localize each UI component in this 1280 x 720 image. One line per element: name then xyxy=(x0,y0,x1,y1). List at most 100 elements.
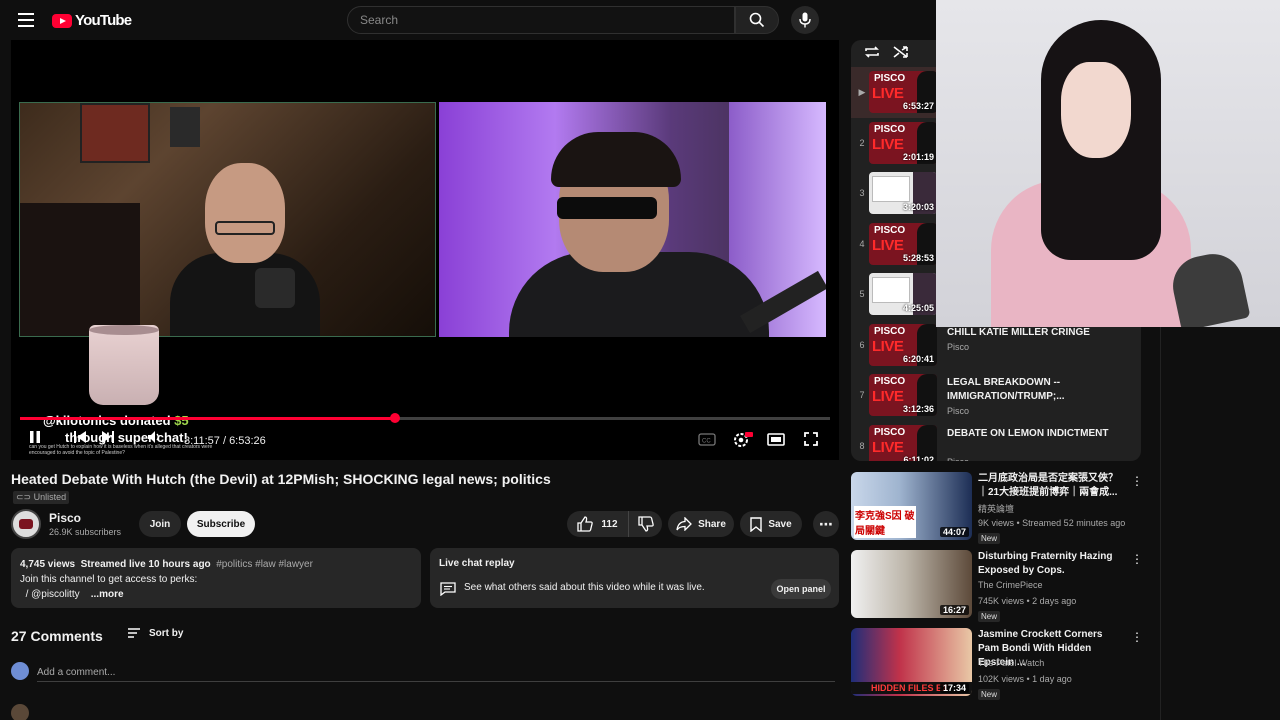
previous-button[interactable] xyxy=(73,430,87,447)
playlist-thumbnail[interactable]: PISCO LIVE 6:20:41 xyxy=(869,323,937,366)
playlist-channel[interactable]: Pisco xyxy=(947,342,969,352)
sort-comments-button[interactable]: Sort by xyxy=(127,627,183,639)
dislike-button[interactable] xyxy=(629,516,662,532)
playlist-channel[interactable]: Pisco xyxy=(947,406,969,416)
playlist-index: 3 xyxy=(859,188,865,198)
description-line: Join this channel to get access to perks… xyxy=(20,574,198,585)
more-actions-button[interactable]: ⋯ xyxy=(813,511,839,537)
thumbnail-live: LIVE xyxy=(872,135,904,153)
thumbs-down-icon xyxy=(637,516,654,532)
more-horizontal-icon: ⋯ xyxy=(819,515,833,532)
open-panel-button[interactable]: Open panel xyxy=(771,579,831,599)
time-separator: / xyxy=(219,435,230,447)
save-button[interactable]: Save xyxy=(740,511,802,537)
progress-scrubber[interactable] xyxy=(389,413,400,423)
video-player[interactable]: @kilotonics donated $5 through super cha… xyxy=(11,40,839,460)
recommended-title[interactable]: Disturbing Fraternity Hazing Exposed by … xyxy=(978,550,1126,578)
more-vertical-icon[interactable]: ⋮ xyxy=(1131,630,1143,644)
playlist-title[interactable]: DEBATE ON LEMON INDICTMENT xyxy=(947,427,1127,441)
subscribe-button[interactable]: Subscribe xyxy=(187,511,255,537)
thumbnail-brand: PISCO xyxy=(872,123,908,135)
recommended-channel[interactable]: 精英論壇 xyxy=(978,502,1014,515)
pause-button[interactable] xyxy=(29,430,41,447)
menu-icon[interactable] xyxy=(18,13,34,27)
hashtags[interactable]: #politics #law #lawyer xyxy=(216,559,313,570)
thumbnail-brand: PISCO xyxy=(872,325,908,337)
unlisted-badge: ⊂⊃ Unlisted xyxy=(13,491,70,504)
playlist-index: 6 xyxy=(859,339,865,350)
more-vertical-icon[interactable]: ⋮ xyxy=(1131,474,1143,488)
streamer-face xyxy=(1061,62,1131,158)
like-button[interactable]: 112 xyxy=(567,511,629,537)
playlist-item[interactable]: 8 PISCO LIVE 6:11:02 DEBATE ON LEMON INDICTM… xyxy=(851,421,1141,462)
fullscreen-button[interactable] xyxy=(804,432,818,449)
playlist-title[interactable]: CHILL KATIE MILLER CRINGE xyxy=(947,326,1127,340)
thumbnail-live: LIVE xyxy=(872,388,904,405)
view-count: 4,745 views xyxy=(20,559,76,570)
settings-button[interactable] xyxy=(733,432,753,451)
playlist-duration: 6:53:27 xyxy=(902,101,934,111)
shuffle-icon xyxy=(893,46,908,58)
recommended-title[interactable]: 二月底政治局是否定案張又俠？｜21大接班提前博弈｜兩會成... xyxy=(978,472,1126,500)
playlist-thumbnail[interactable]: PISCO LIVE 2:01:19 xyxy=(869,121,937,164)
logo-text: YouTube xyxy=(75,12,132,29)
share-button[interactable]: Share xyxy=(668,511,734,537)
playlist-thumbnail[interactable]: PISCO LIVE 6:53:27 xyxy=(869,71,937,113)
left-participant-camera xyxy=(19,102,436,337)
subscriber-count: 26.9K subscribers xyxy=(49,527,122,537)
thumbnail-brand: PISCO xyxy=(872,73,908,84)
chat-icon xyxy=(440,582,456,601)
thumbnail-brand: PISCO xyxy=(872,376,908,387)
playlist-thumbnail[interactable]: PISCO LIVE 5:28:53 xyxy=(869,222,937,265)
show-more-link[interactable]: ...more xyxy=(91,589,124,600)
scrollbar[interactable] xyxy=(1160,327,1161,720)
volume-button[interactable] xyxy=(147,430,163,447)
share-icon xyxy=(676,517,693,531)
previous-icon xyxy=(74,431,86,443)
sort-label: Sort by xyxy=(149,627,184,639)
theater-mode-button[interactable] xyxy=(767,433,785,449)
shuffle-button[interactable] xyxy=(893,45,909,64)
recommended-video[interactable]: 16:27 Disturbing Fraternity Hazing Expose… xyxy=(851,550,1143,622)
playlist-title[interactable]: LEGAL BREAKDOWN -- IMMIGRATION/TRUMP;... xyxy=(947,376,1127,404)
comment-author-avatar[interactable] xyxy=(11,704,29,720)
playlist-item[interactable]: 7 PISCO LIVE 3:12:36 LEGAL BREAKDOWN -- IMMI… xyxy=(851,370,1141,421)
description-box[interactable]: 4,745 views Streamed live 10 hours ago #… xyxy=(11,548,421,608)
channel-avatar[interactable] xyxy=(11,509,41,539)
channel-link[interactable]: / @piscolitty xyxy=(26,589,80,600)
add-comment-input[interactable] xyxy=(37,664,835,682)
recommended-channel[interactable]: The CrimePiece xyxy=(978,580,1043,590)
unlisted-label: Unlisted xyxy=(33,492,67,502)
right-participant-camera xyxy=(439,102,826,337)
comments-count: 27 Comments xyxy=(11,628,103,644)
next-button[interactable] xyxy=(101,430,115,447)
playlist-item[interactable]: 6 PISCO LIVE 6:20:41 CHILL KATIE MILLER CRIN… xyxy=(851,320,1141,371)
fullscreen-icon xyxy=(804,432,818,446)
playlist-thumbnail[interactable]: PISCO LIVE 6:11:02 xyxy=(869,424,937,461)
recommended-thumbnail[interactable]: 16:27 xyxy=(851,550,972,618)
channel-name[interactable]: Pisco xyxy=(49,511,81,525)
playlist-thumbnail[interactable]: PISCO LIVE 3:12:36 xyxy=(869,374,937,416)
recommended-video[interactable]: HIDDEN FILES EX 17:34 Jasmine Crockett Cor… xyxy=(851,628,1143,700)
more-vertical-icon[interactable]: ⋮ xyxy=(1131,552,1143,566)
recommended-video[interactable]: 李克強S因 破局關鍵 44:07 二月底政治局是否定案張又俠？｜21大接班提前博弈｜… xyxy=(851,472,1143,544)
progress-bar[interactable] xyxy=(20,413,830,423)
playlist-channel[interactable]: Pisco xyxy=(947,457,969,462)
subtitles-button[interactable]: CC xyxy=(698,433,716,449)
save-label: Save xyxy=(768,518,792,530)
live-chat-replay: Live chat replay See what others said ab… xyxy=(430,548,839,608)
loop-button[interactable] xyxy=(864,45,880,64)
playlist-thumbnail[interactable]: 3:20:03 xyxy=(869,172,937,214)
recommended-channel[interactable]: The Patel Watch xyxy=(978,658,1044,668)
recommended-thumbnail[interactable]: HIDDEN FILES EX 17:34 xyxy=(851,628,972,696)
youtube-logo[interactable]: YouTube xyxy=(52,12,132,29)
playlist-index: 5 xyxy=(859,289,865,299)
recommended-thumbnail[interactable]: 李克強S因 破局關鍵 44:07 xyxy=(851,472,972,540)
playlist-thumbnail[interactable]: 4:25:05 xyxy=(869,273,937,315)
search-button[interactable] xyxy=(735,6,779,34)
new-badge: New xyxy=(978,533,1001,544)
join-button[interactable]: Join xyxy=(139,511,181,537)
search-input[interactable] xyxy=(348,7,734,33)
voice-search-button[interactable] xyxy=(791,6,819,34)
video-title: Heated Debate With Hutch (the Devil) at … xyxy=(11,471,551,487)
